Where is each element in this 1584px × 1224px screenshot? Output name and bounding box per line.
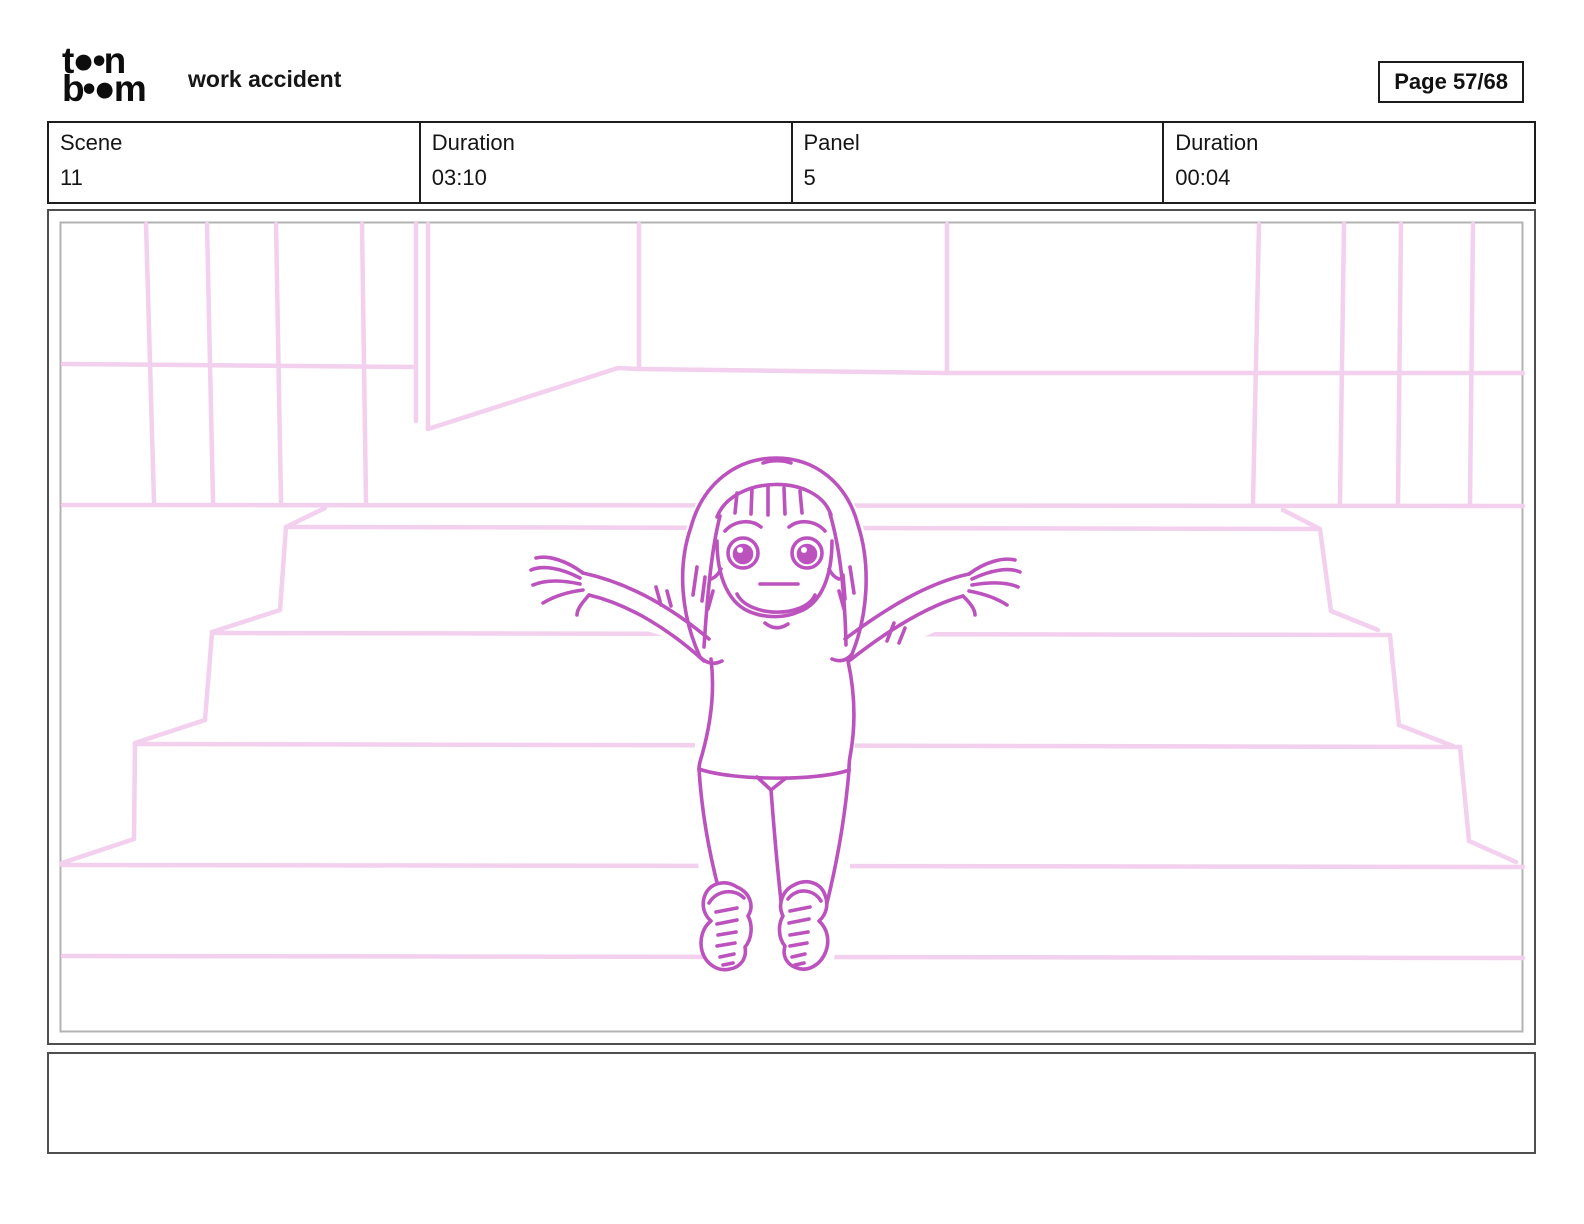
- panel-label: Panel: [803, 130, 860, 155]
- scene-duration-label: Duration: [431, 130, 515, 155]
- scene-label: Scene: [60, 130, 123, 155]
- logo-line-2: b•●m: [62, 67, 147, 109]
- panel-duration-value: 00:04: [1175, 165, 1231, 190]
- scene-duration-value: 03:10: [431, 165, 487, 190]
- storyboard-page: t●•n b•●m work accident Page 57/68 Scene…: [0, 0, 1584, 1224]
- caption-box: [47, 1052, 1536, 1154]
- storyboard-sketch: [59, 221, 1526, 1033]
- project-title: work accident: [188, 66, 342, 92]
- scene-duration-cell: Duration 03:10: [421, 123, 793, 202]
- storyboard-panel-frame: [47, 209, 1536, 1045]
- panel-cell: Panel 5: [793, 123, 1165, 202]
- page-number-badge: Page 57/68: [1378, 61, 1524, 103]
- scene-value: 11: [60, 165, 83, 190]
- panel-info-table: Scene 11 Duration 03:10 Panel 5 Duration…: [47, 121, 1536, 204]
- panel-duration-label: Duration: [1175, 130, 1259, 155]
- scene-cell: Scene 11: [49, 123, 421, 202]
- toonboom-logo: t●•n b•●m: [62, 42, 192, 109]
- panel-value: 5: [803, 165, 816, 190]
- panel-duration-cell: Duration 00:04: [1164, 123, 1534, 202]
